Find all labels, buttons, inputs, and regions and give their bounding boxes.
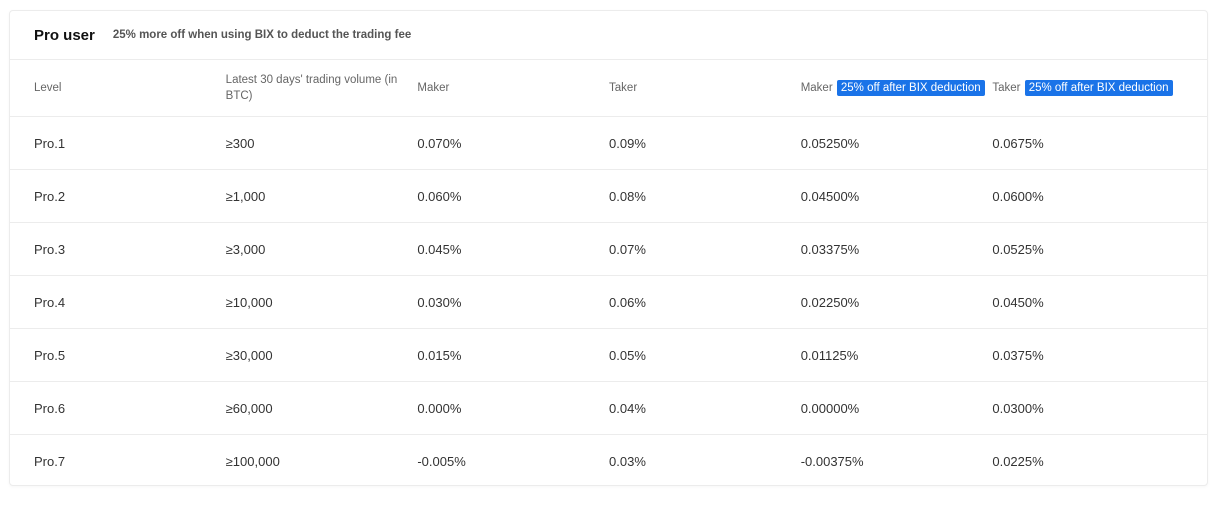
- cell-taker-bix: 0.0375%: [992, 347, 1044, 363]
- cell-maker-bix: 0.03375%: [800, 241, 860, 257]
- cell-taker: 0.05%: [609, 347, 646, 363]
- cell-volume: ≥60,000: [225, 400, 273, 416]
- table-row: Pro.7 ≥100,000 -0.005% 0.03% -0.00375% 0.0225…: [10, 435, 1207, 488]
- card-header: Pro user 25% more off when using BIX to …: [10, 11, 1207, 60]
- cell-taker: 0.06%: [609, 294, 646, 310]
- cell-volume: ≥1,000: [225, 188, 266, 204]
- cell-maker: 0.060%: [417, 188, 462, 204]
- cell-maker-bix: 0.01125%: [800, 347, 859, 363]
- cell-taker: 0.09%: [609, 135, 646, 151]
- header-taker: Taker: [609, 82, 638, 94]
- cell-level: Pro.5: [34, 347, 66, 363]
- header-taker-bix-label: Taker: [992, 82, 1021, 94]
- cell-maker-bix: 0.04500%: [800, 188, 860, 204]
- table-header-row: Level Latest 30 days' trading volume (in…: [10, 60, 1207, 117]
- cell-taker-bix: 0.0225%: [992, 454, 1044, 469]
- cell-level: Pro.3: [34, 241, 66, 257]
- header-volume: Latest 30 days' trading volume (in BTC): [225, 74, 398, 102]
- cell-level: Pro.4: [34, 294, 66, 310]
- cell-taker: 0.03%: [609, 454, 646, 469]
- table-body: Pro.1 ≥300 0.070% 0.09% 0.05250% 0.0675% Pro.2…: [10, 117, 1207, 488]
- cell-taker-bix: 0.0600%: [992, 188, 1044, 204]
- cell-maker: 0.000%: [417, 400, 462, 416]
- table-row: Pro.1 ≥300 0.070% 0.09% 0.05250% 0.0675%: [10, 117, 1207, 170]
- card-title: Pro user: [34, 26, 95, 44]
- cell-taker-bix: 0.0300%: [992, 400, 1044, 416]
- cell-maker-bix: -0.00375%: [800, 454, 864, 469]
- table-row: Pro.6 ≥60,000 0.000% 0.04% 0.00000% 0.0300%: [10, 382, 1207, 435]
- header-taker-bix: Taker 25% off after BIX deduction: [992, 80, 1207, 96]
- cell-level: Pro.2: [34, 188, 66, 204]
- cell-maker: 0.015%: [417, 347, 462, 363]
- cell-level: Pro.7: [34, 454, 66, 469]
- fee-table: Level Latest 30 days' trading volume (in…: [10, 60, 1207, 488]
- cell-maker: 0.070%: [417, 135, 462, 151]
- cell-maker-bix: 0.00000%: [800, 400, 860, 416]
- card-subtitle: 25% more off when using BIX to deduct th…: [112, 29, 412, 41]
- cell-volume: ≥100,000: [225, 454, 280, 469]
- cell-maker: 0.045%: [417, 241, 462, 257]
- cell-taker-bix: 0.0450%: [992, 294, 1044, 310]
- table-row: Pro.5 ≥30,000 0.015% 0.05% 0.01125% 0.0375%: [10, 329, 1207, 382]
- cell-level: Pro.1: [34, 135, 66, 151]
- cell-maker: -0.005%: [417, 454, 466, 469]
- cell-maker-bix: 0.02250%: [800, 294, 860, 310]
- header-maker-bix-label: Maker: [800, 82, 833, 94]
- header-maker: Maker: [417, 82, 450, 94]
- table-row: Pro.3 ≥3,000 0.045% 0.07% 0.03375% 0.0525%: [10, 223, 1207, 276]
- bix-discount-badge: 25% off after BIX deduction: [1024, 80, 1173, 96]
- cell-level: Pro.6: [34, 400, 66, 416]
- cell-taker: 0.08%: [609, 188, 646, 204]
- cell-volume: ≥30,000: [225, 347, 273, 363]
- table-row: Pro.2 ≥1,000 0.060% 0.08% 0.04500% 0.0600%: [10, 170, 1207, 223]
- cell-taker: 0.07%: [609, 241, 646, 257]
- table-row: Pro.4 ≥10,000 0.030% 0.06% 0.02250% 0.0450%: [10, 276, 1207, 329]
- header-maker-bix: Maker 25% off after BIX deduction: [801, 80, 993, 96]
- cell-maker-bix: 0.05250%: [800, 135, 860, 151]
- bix-discount-badge: 25% off after BIX deduction: [836, 80, 985, 96]
- cell-taker: 0.04%: [609, 400, 646, 416]
- cell-volume: ≥3,000: [225, 241, 266, 257]
- cell-maker: 0.030%: [417, 294, 462, 310]
- header-level: Level: [34, 82, 62, 94]
- cell-volume: ≥10,000: [225, 294, 273, 310]
- cell-taker-bix: 0.0675%: [992, 135, 1044, 151]
- cell-volume: ≥300: [225, 135, 255, 151]
- pro-user-fee-card: Pro user 25% more off when using BIX to …: [9, 10, 1208, 486]
- cell-taker-bix: 0.0525%: [992, 241, 1044, 257]
